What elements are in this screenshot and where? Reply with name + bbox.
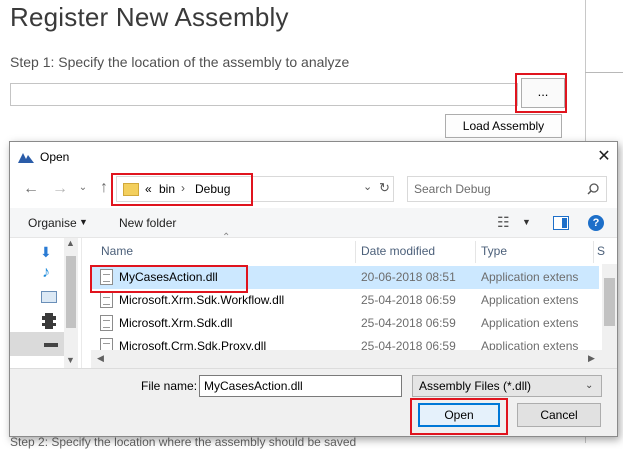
column-separator [355, 241, 356, 263]
app-logo-icon [18, 153, 34, 163]
file-name-label: File name: [141, 379, 198, 393]
file-type: Application extens [481, 316, 579, 330]
background-divider [585, 72, 623, 73]
drive-icon [44, 343, 58, 347]
sort-indicator-icon: ⌃ [222, 232, 231, 243]
column-type[interactable]: Type [481, 238, 507, 264]
dialog-footer: File name: MyCasesAction.dll Assembly Fi… [10, 368, 617, 436]
new-folder-button[interactable]: New folder [119, 216, 176, 230]
assembly-path-input[interactable] [10, 83, 518, 106]
music-icon[interactable]: ♪ [42, 264, 50, 282]
file-type: Application extens [481, 339, 579, 350]
pictures-icon[interactable] [41, 291, 57, 303]
nav-scrollbar[interactable]: ▲ ▼ [64, 238, 78, 368]
back-arrow-icon[interactable]: ← [22, 180, 40, 198]
column-date-modified[interactable]: Date modified [361, 238, 435, 264]
column-separator [593, 241, 594, 263]
file-list: ⌃ Name Date modified Type S MyCasesActio… [91, 232, 617, 368]
column-name[interactable]: Name [101, 238, 133, 264]
browse-button[interactable]: ... [521, 78, 565, 108]
file-type-select[interactable]: Assembly Files (*.dll) ⌄ [412, 375, 602, 397]
refresh-icon[interactable]: ↻ [379, 180, 390, 196]
file-name: Microsoft.Xrm.Sdk.Workflow.dll [119, 293, 285, 307]
close-icon[interactable]: ✕ [594, 147, 614, 167]
file-date: 25-04-2018 06:59 [361, 293, 456, 307]
dialog-title: Open [40, 150, 70, 164]
organise-dropdown-icon[interactable]: ▼ [79, 217, 88, 227]
table-row[interactable]: Microsoft.Crm.Sdk.Proxy.dll 25-04-2018 0… [91, 335, 599, 350]
file-type: Application extens [481, 293, 579, 307]
nav-scroll-thumb[interactable] [66, 256, 76, 328]
videos-icon[interactable] [42, 313, 56, 329]
search-input[interactable]: Search Debug [407, 176, 607, 202]
file-name: Microsoft.Xrm.Sdk.dll [119, 316, 233, 330]
column-size[interactable]: S [597, 238, 605, 264]
file-date: 20-06-2018 08:51 [361, 270, 456, 284]
forward-arrow-icon[interactable]: → [51, 180, 69, 198]
file-type: Application extens [481, 270, 579, 284]
view-dropdown-icon[interactable]: ▼ [522, 217, 531, 227]
help-icon[interactable]: ? [588, 215, 604, 231]
page-title: Register New Assembly [10, 2, 289, 32]
step1-label: Step 1: Specify the location of the asse… [10, 54, 350, 70]
nav-scroll-up-icon[interactable]: ▲ [66, 238, 75, 248]
step2-label: Step 2: Specify the location where the a… [10, 435, 357, 449]
preview-pane-icon[interactable] [553, 216, 569, 230]
file-date: 25-04-2018 06:59 [361, 316, 456, 330]
view-options-icon[interactable]: ☷ [497, 214, 510, 231]
recent-locations-icon[interactable]: ⌄ [74, 182, 92, 193]
highlight-open [410, 398, 508, 435]
dll-file-icon [100, 315, 113, 331]
file-date: 25-04-2018 06:59 [361, 339, 456, 350]
scroll-left-icon[interactable]: ◀ [97, 353, 104, 364]
highlight-address [111, 173, 253, 206]
horizontal-scrollbar[interactable]: ◀ ▶ [91, 350, 617, 368]
file-type-value: Assembly Files (*.dll) [419, 379, 532, 393]
table-row[interactable]: Microsoft.Xrm.Sdk.dll 25-04-2018 06:59 A… [91, 312, 599, 335]
highlight-selected-file [90, 265, 248, 293]
address-dropdown-icon[interactable]: ⌄ [363, 180, 372, 193]
search-placeholder: Search Debug [414, 182, 491, 196]
column-separator [475, 241, 476, 263]
open-dialog: Open ✕ ← → ⌄ ↑ « bin › Debug ⌄ ↻ Search … [9, 141, 618, 437]
organise-menu[interactable]: Organise [28, 216, 77, 230]
nav-scroll-down-icon[interactable]: ▼ [66, 355, 75, 365]
file-name-input[interactable]: MyCasesAction.dll [199, 375, 402, 397]
dll-file-icon [100, 338, 113, 350]
search-icon [587, 183, 599, 195]
scroll-right-icon[interactable]: ▶ [588, 353, 595, 364]
chevron-down-icon: ⌄ [585, 380, 594, 391]
file-name: Microsoft.Crm.Sdk.Proxy.dll [119, 339, 267, 350]
dialog-toolbar: Organise ▼ New folder ☷ ▼ ? [10, 208, 617, 238]
dll-file-icon [100, 292, 113, 308]
dialog-titlebar: Open ✕ [10, 142, 617, 172]
cancel-button[interactable]: Cancel [517, 403, 601, 427]
file-list-scroll-thumb[interactable] [604, 278, 615, 326]
load-assembly-button[interactable]: Load Assembly [445, 114, 562, 138]
downloads-icon[interactable]: ⬇ [40, 244, 52, 261]
